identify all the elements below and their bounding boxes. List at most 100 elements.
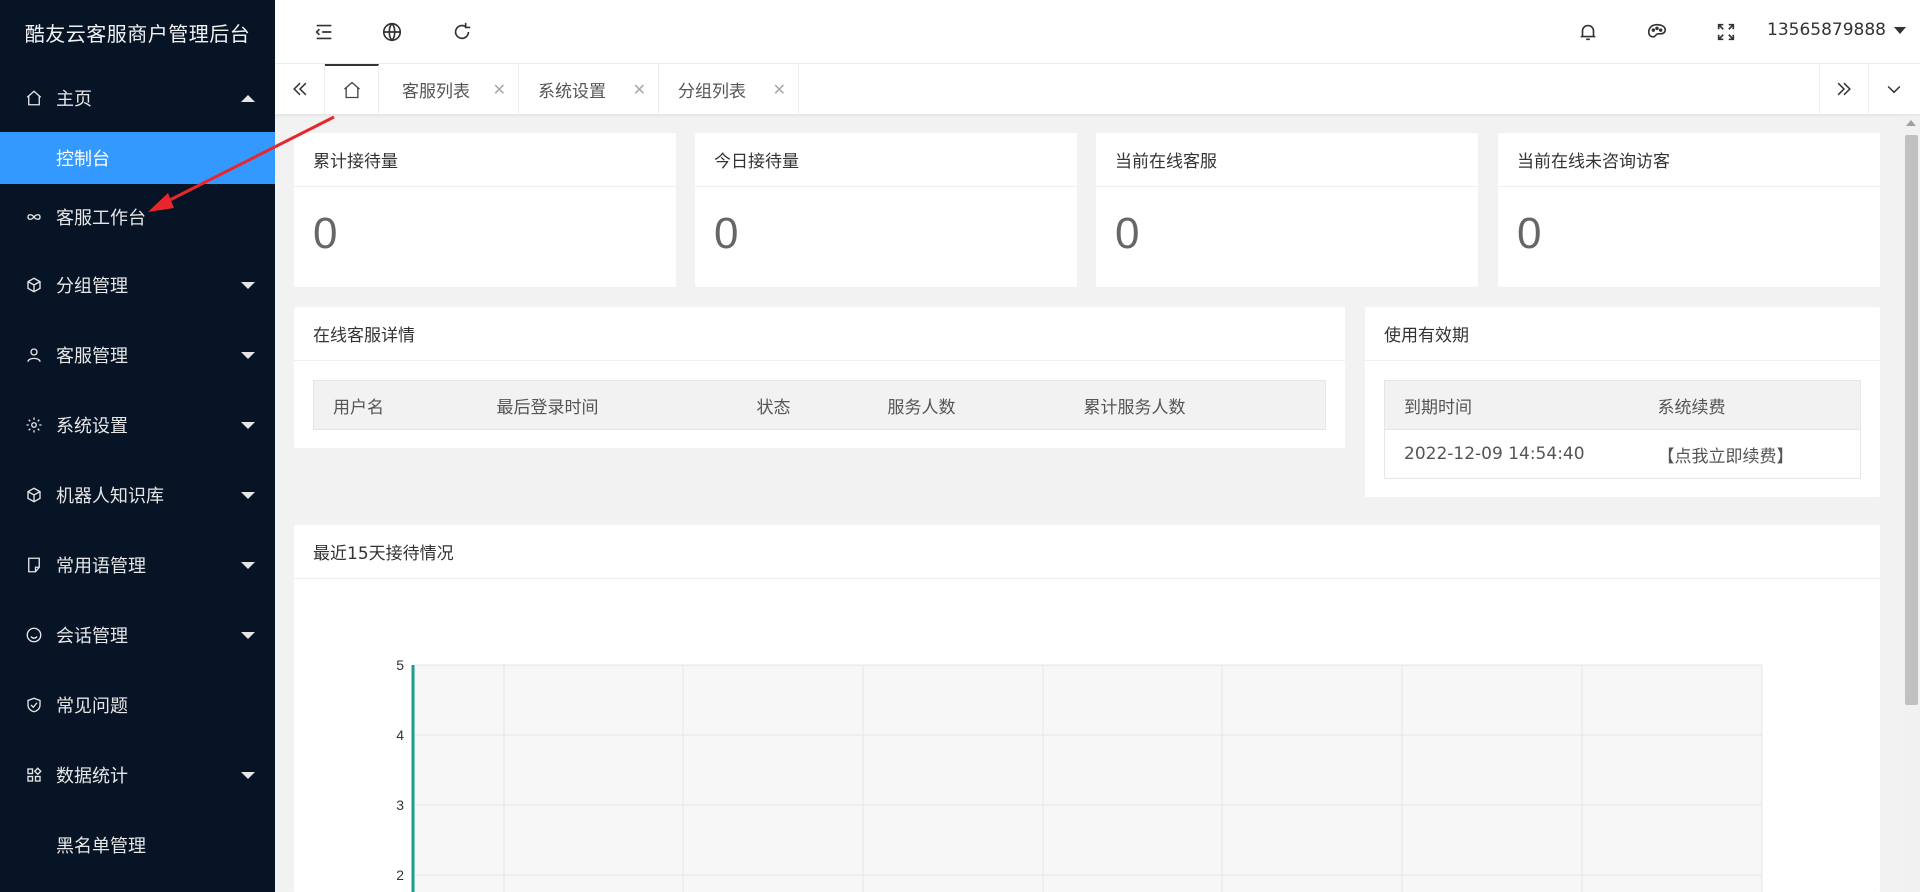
sidebar-item-workbench[interactable]: 客服工作台 — [0, 184, 275, 250]
blank-icon — [24, 835, 44, 855]
stat-card-total: 累计接待量 0 — [294, 133, 676, 287]
home-icon — [24, 88, 44, 108]
column-header: 用户名 — [313, 380, 478, 430]
infinity-icon — [24, 207, 44, 227]
plot-area — [413, 665, 1762, 892]
column-header: 累计服务人数 — [1064, 380, 1326, 430]
close-icon[interactable]: ✕ — [493, 80, 506, 99]
sidebar-item-blacklist[interactable]: 黑名单管理 — [0, 810, 275, 880]
y-tick-label: 5 — [396, 657, 404, 673]
sidebar-item-label: 客服管理 — [56, 346, 128, 367]
column-header: 状态 — [737, 380, 869, 430]
sidebar-item-label: 客服工作台 — [56, 208, 146, 229]
tab-bar: 客服列表 ✕ 系统设置 ✕ 分组列表 ✕ — [275, 64, 1920, 115]
stat-card-online-agents: 当前在线客服 0 — [1096, 133, 1478, 287]
chevron-down-icon — [241, 562, 255, 569]
sidebar-item-phrases[interactable]: 常用语管理 — [0, 530, 275, 600]
tabs-scroll-right-button[interactable] — [1819, 64, 1869, 114]
validity-table: 到期时间 系统续费 2022-12-09 14:54:40 【点我立即续费】 — [1384, 380, 1861, 479]
y-tick-label: 4 — [396, 727, 404, 743]
sidebar-item-label: 常用语管理 — [56, 556, 146, 577]
sidebar-item-home[interactable]: 主页 — [0, 64, 275, 132]
tab-label: 分组列表 — [678, 81, 746, 102]
sidebar-item-label: 机器人知识库 — [56, 486, 164, 507]
sidebar-item-robot-kb[interactable]: 机器人知识库 — [0, 460, 275, 530]
fullscreen-icon[interactable] — [1712, 18, 1740, 46]
stat-title: 累计接待量 — [294, 133, 676, 187]
chevron-up-icon — [241, 95, 255, 102]
close-icon[interactable]: ✕ — [773, 80, 786, 99]
cube-icon — [24, 275, 44, 295]
sidebar-item-label: 分组管理 — [56, 276, 128, 297]
sidebar-item-stats[interactable]: 数据统计 — [0, 740, 275, 810]
palette-icon[interactable] — [1643, 18, 1671, 46]
column-header: 到期时间 — [1384, 380, 1639, 430]
chevron-down-icon — [1894, 26, 1906, 34]
user-icon — [24, 345, 44, 365]
note-icon — [24, 555, 44, 575]
top-header: 13565879888 — [275, 0, 1920, 64]
table-row: 2022-12-09 14:54:40 【点我立即续费】 — [1384, 429, 1861, 479]
chevron-down-icon — [241, 422, 255, 429]
panel-title: 最近15天接待情况 — [294, 525, 1880, 579]
column-header: 系统续费 — [1638, 380, 1861, 430]
smile-icon — [24, 625, 44, 645]
renew-link[interactable]: 【点我立即续费】 — [1638, 429, 1861, 479]
tab-label: 客服列表 — [402, 81, 470, 102]
column-header: 服务人数 — [868, 380, 1065, 430]
sidebar-item-agents[interactable]: 客服管理 — [0, 320, 275, 390]
scroll-up-icon[interactable] — [1906, 120, 1916, 126]
stat-title: 当前在线客服 — [1096, 133, 1478, 187]
tab-agent-list[interactable]: 客服列表 ✕ — [379, 64, 519, 114]
sidebar-item-label: 常见问题 — [56, 696, 128, 717]
sidebar-item-group[interactable]: 分组管理 — [0, 250, 275, 320]
sidebar-item-console[interactable]: 控制台 — [0, 132, 275, 184]
table-header-row: 到期时间 系统续费 — [1384, 380, 1861, 430]
sidebar-item-label: 系统设置 — [56, 416, 128, 437]
bell-icon[interactable] — [1574, 18, 1602, 46]
sidebar-item-settings[interactable]: 系统设置 — [0, 390, 275, 460]
sidebar-item-label: 黑名单管理 — [56, 836, 146, 857]
double-chevron-right-icon — [1837, 82, 1851, 96]
gear-icon — [24, 415, 44, 435]
globe-icon[interactable] — [378, 18, 406, 46]
sidebar: 酷友云客服商户管理后台 主页 控制台 客服工作台 分组管理 客服管理 系统设置 — [0, 0, 275, 892]
stat-value: 0 — [313, 209, 338, 258]
shield-icon — [24, 695, 44, 715]
username: 13565879888 — [1767, 20, 1886, 40]
chevron-down-icon — [241, 492, 255, 499]
online-agents-table: 用户名 最后登录时间 状态 服务人数 累计服务人数 — [313, 380, 1326, 430]
tab-group-list[interactable]: 分组列表 ✕ — [659, 64, 799, 114]
tab-home[interactable] — [325, 64, 379, 114]
user-menu[interactable]: 13565879888 — [1767, 20, 1906, 40]
validity-panel: 使用有效期 到期时间 系统续费 2022-12-09 14:54:40 【点我立… — [1365, 307, 1880, 497]
tabs-scroll-left-button[interactable] — [275, 64, 325, 114]
tab-system-settings[interactable]: 系统设置 ✕ — [519, 64, 659, 114]
tabs-dropdown-button[interactable] — [1869, 64, 1919, 114]
sidebar-item-label: 主页 — [56, 89, 92, 110]
expire-time: 2022-12-09 14:54:40 — [1384, 429, 1639, 479]
chevron-down-icon — [241, 632, 255, 639]
sidebar-item-faq[interactable]: 常见问题 — [0, 670, 275, 740]
tab-label: 系统设置 — [538, 81, 606, 102]
y-tick-label: 3 — [396, 797, 404, 813]
close-icon[interactable]: ✕ — [633, 80, 646, 99]
stat-value: 0 — [1517, 209, 1542, 258]
scrollbar-thumb[interactable] — [1905, 135, 1918, 705]
chart-panel: 最近15天接待情况 5 4 3 2 — [294, 525, 1880, 892]
chevron-down-icon — [1887, 85, 1901, 94]
stat-title: 当前在线未咨询访客 — [1498, 133, 1880, 187]
stat-value: 0 — [714, 209, 739, 258]
table-header-row: 用户名 最后登录时间 状态 服务人数 累计服务人数 — [313, 380, 1326, 430]
chevron-down-icon — [241, 352, 255, 359]
menu-collapse-icon[interactable] — [310, 18, 338, 46]
sidebar-item-label: 数据统计 — [56, 766, 128, 787]
cube-icon — [24, 485, 44, 505]
panel-title: 使用有效期 — [1365, 307, 1880, 361]
sidebar-item-sessions[interactable]: 会话管理 — [0, 600, 275, 670]
y-tick-label: 2 — [396, 867, 404, 883]
refresh-icon[interactable] — [448, 18, 476, 46]
app-title: 酷友云客服商户管理后台 — [24, 21, 251, 46]
grid-icon — [24, 765, 44, 785]
column-header: 最后登录时间 — [477, 380, 738, 430]
